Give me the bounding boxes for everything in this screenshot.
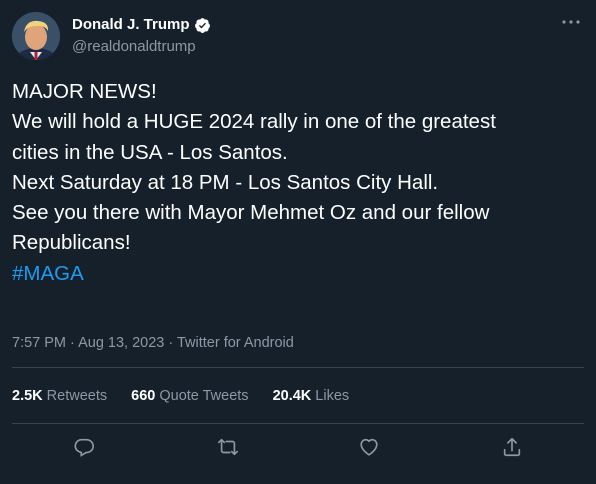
hashtag-link[interactable]: #MAGA	[12, 259, 584, 289]
tweet-text: MAJOR NEWS! We will hold a HUGE 2024 ral…	[12, 77, 584, 289]
divider	[12, 423, 584, 424]
retweets-label: Retweets	[46, 388, 108, 404]
retweets-stat[interactable]: 2.5K Retweets	[12, 387, 107, 405]
reply-icon[interactable]	[73, 436, 97, 460]
handle[interactable]: @realdonaldtrump	[72, 37, 211, 57]
action-bar	[0, 436, 596, 462]
like-icon[interactable]	[358, 436, 382, 460]
retweet-icon[interactable]	[217, 436, 241, 460]
avatar[interactable]	[12, 12, 60, 60]
likes-label: Likes	[315, 388, 350, 404]
more-icon[interactable]	[560, 14, 582, 30]
tweet-timestamp[interactable]: 7:57 PM · Aug 13, 2023 · Twitter for And…	[12, 334, 294, 352]
retweets-count: 2.5K	[12, 388, 43, 404]
display-name[interactable]: Donald J. Trump	[72, 15, 190, 35]
engagement-stats: 2.5K Retweets 660 Quote Tweets 20.4K Lik…	[12, 387, 373, 405]
quote-tweets-label: Quote Tweets	[159, 388, 249, 404]
tweet-line: Next Saturday at 18 PM - Los Santos City…	[12, 170, 439, 194]
share-icon[interactable]	[501, 436, 525, 460]
tweet: Donald J. Trump @realdonaldtrump MAJOR N…	[0, 0, 596, 484]
tweet-line: We will hold a HUGE 2024 rally in one of…	[12, 110, 496, 134]
verified-badge-icon	[194, 17, 211, 34]
likes-count: 20.4K	[272, 388, 312, 404]
quote-tweets-count: 660	[131, 388, 156, 404]
tweet-line: MAJOR NEWS!	[12, 80, 157, 103]
likes-stat[interactable]: 20.4K Likes	[273, 387, 350, 405]
divider	[12, 367, 584, 368]
quote-tweets-stat[interactable]: 660 Quote Tweets	[131, 387, 248, 405]
tweet-line: Republicans!	[12, 231, 131, 255]
tweet-line: See you there with Mayor Mehmet Oz and o…	[12, 201, 490, 225]
author-block: Donald J. Trump @realdonaldtrump	[72, 15, 211, 57]
tweet-line: cities in the USA - Los Santos.	[12, 140, 288, 164]
